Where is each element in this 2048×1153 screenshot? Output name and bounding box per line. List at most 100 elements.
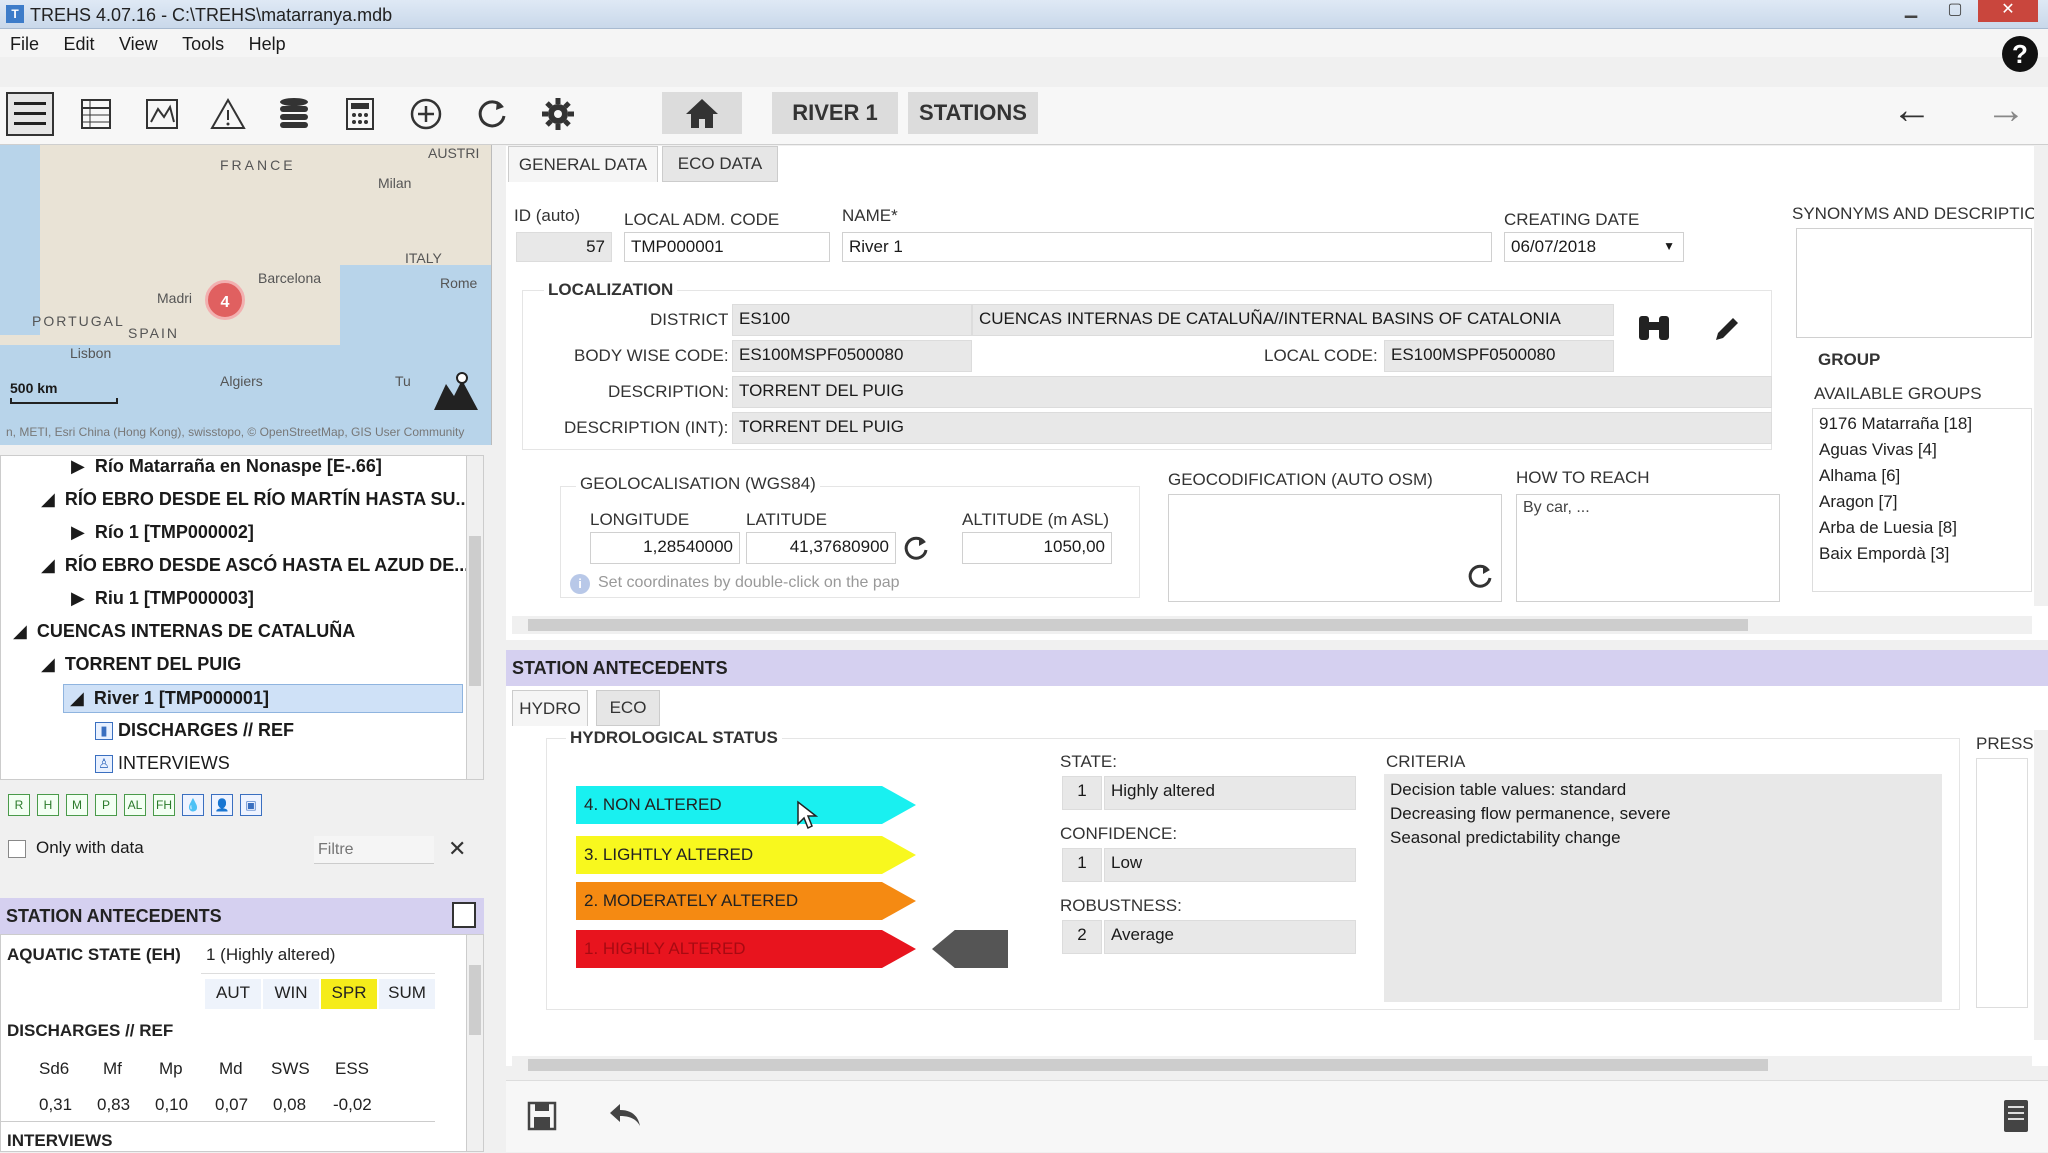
- tree-filter-input[interactable]: [314, 836, 434, 864]
- creating-date-picker[interactable]: 06/07/2018 ▼: [1504, 232, 1684, 262]
- calculator-icon[interactable]: [336, 92, 384, 136]
- document-icon[interactable]: [2002, 1098, 2030, 1139]
- help-icon[interactable]: ?: [2002, 36, 2038, 72]
- tree-item[interactable]: ◢ RÍO EBRO DESDE EL RÍO MARTÍN HASTA SU.…: [41, 489, 469, 510]
- breadcrumb-stations[interactable]: STATIONS: [908, 92, 1038, 134]
- name-field[interactable]: River 1: [842, 232, 1492, 262]
- tree-item[interactable]: ◢ TORRENT DEL PUIG: [41, 654, 241, 675]
- description-field[interactable]: TORRENT DEL PUIG: [732, 376, 1772, 408]
- clear-filter-icon[interactable]: ✕: [448, 836, 466, 862]
- tab-general-data[interactable]: GENERAL DATA: [508, 146, 658, 182]
- menu-view[interactable]: View: [109, 29, 168, 55]
- undo-icon[interactable]: [606, 1100, 644, 1135]
- only-with-data-checkbox[interactable]: [8, 840, 26, 858]
- minimize-button[interactable]: ▁: [1890, 0, 1932, 22]
- refresh-icon[interactable]: [468, 92, 516, 136]
- map-label-barcelona: Barcelona: [258, 270, 322, 286]
- map-label-italy: ITALY: [405, 250, 442, 266]
- filter-interview-icon[interactable]: 👤: [211, 794, 233, 816]
- criteria-label: CRITERIA: [1386, 752, 1466, 771]
- local-adm-label: LOCAL ADM. CODE: [624, 210, 780, 229]
- tree-item[interactable]: ▮ DISCHARGES // REF: [95, 720, 294, 741]
- filter-image-icon[interactable]: ▣: [240, 794, 262, 816]
- filter-r-icon[interactable]: R: [8, 794, 30, 816]
- tree-item[interactable]: ▶ Río 1 [TMP000002]: [71, 522, 254, 543]
- group-item[interactable]: Aguas Vivas [4]: [1813, 437, 2031, 463]
- home-breadcrumb[interactable]: [662, 92, 742, 134]
- geocodification-field[interactable]: [1168, 494, 1502, 602]
- add-icon[interactable]: [402, 92, 450, 136]
- antecedents-hscroll[interactable]: [512, 1056, 2032, 1074]
- antecedents-scrollbar[interactable]: [466, 934, 484, 1152]
- local-adm-field[interactable]: TMP000001: [624, 232, 830, 262]
- general-vscroll[interactable]: [2034, 146, 2048, 606]
- geocode-refresh-icon[interactable]: [1466, 562, 1494, 595]
- status-lightly-altered[interactable]: 3. LIGHTLY ALTERED: [576, 836, 916, 874]
- binoculars-icon[interactable]: [1636, 312, 1672, 349]
- group-item[interactable]: Baix Empordà [3]: [1813, 541, 2031, 567]
- tab-eco-data[interactable]: ECO DATA: [662, 146, 778, 182]
- general-hscroll[interactable]: [512, 616, 2032, 634]
- save-icon[interactable]: [526, 1100, 558, 1137]
- filter-al-icon[interactable]: AL: [124, 794, 146, 816]
- tab-eco[interactable]: ECO: [596, 690, 660, 726]
- synonyms-field[interactable]: [1796, 228, 2032, 338]
- group-item[interactable]: Aragon [7]: [1813, 489, 2031, 515]
- copy-icon[interactable]: [452, 902, 476, 928]
- description-int-field[interactable]: TORRENT DEL PUIG: [732, 412, 1772, 444]
- season-win[interactable]: WIN: [263, 979, 319, 1009]
- status-highly-altered[interactable]: 1. HIGHLY ALTERED: [576, 930, 916, 968]
- filter-discharge-icon[interactable]: 💧: [182, 794, 204, 816]
- menu-edit[interactable]: Edit: [53, 29, 104, 55]
- sync-coordinates-icon[interactable]: [902, 534, 930, 567]
- table-icon[interactable]: [72, 92, 120, 136]
- tree-item[interactable]: ◢ CUENCAS INTERNAS DE CATALUÑA: [13, 621, 355, 642]
- database-icon[interactable]: [270, 92, 318, 136]
- how-to-reach-field[interactable]: By car, ...: [1516, 494, 1780, 602]
- altitude-field[interactable]: 1050,00: [962, 532, 1112, 564]
- season-spr[interactable]: SPR: [321, 979, 377, 1009]
- group-item[interactable]: Alhama [6]: [1813, 463, 2031, 489]
- filter-m-icon[interactable]: M: [66, 794, 88, 816]
- group-item[interactable]: 9176 Matarraña [18]: [1813, 411, 2031, 437]
- map-icon[interactable]: [138, 92, 186, 136]
- disch-header: SWS: [271, 1059, 310, 1078]
- status-moderately-altered[interactable]: 2. MODERATELY ALTERED: [576, 882, 916, 920]
- filter-fh-icon[interactable]: FH: [153, 794, 175, 816]
- filter-h-icon[interactable]: H: [37, 794, 59, 816]
- longitude-field[interactable]: 1,28540000: [590, 532, 740, 564]
- menu-help[interactable]: Help: [239, 29, 296, 55]
- available-groups-list[interactable]: 9176 Matarraña [18] Aguas Vivas [4] Alha…: [1812, 408, 2032, 592]
- menu-file[interactable]: File: [0, 29, 49, 55]
- close-window-button[interactable]: ✕: [1978, 0, 2038, 22]
- tree-item[interactable]: ▶ Río Matarraña en Nonaspe [E-.66]: [71, 456, 382, 477]
- tree-item[interactable]: ◢ RÍO EBRO DESDE ASCÓ HASTA EL AZUD DE..…: [41, 555, 469, 576]
- tree-item-selected[interactable]: ◢ River 1 [TMP000001]: [63, 684, 463, 713]
- edit-pencil-icon[interactable]: [1712, 314, 1742, 349]
- latitude-label: LATITUDE: [746, 510, 827, 529]
- back-arrow-icon[interactable]: ←: [1892, 88, 1932, 133]
- list-view-icon[interactable]: [6, 92, 54, 136]
- tree-item[interactable]: ♙ INTERVIEWS: [95, 753, 230, 774]
- tree-scrollbar[interactable]: [466, 455, 484, 780]
- map-view[interactable]: FRANCE AUSTRI Milan ITALY Rome Barcelona…: [0, 145, 492, 445]
- criteria-box: Decision table values: standard Decreasi…: [1384, 774, 1942, 1002]
- season-aut[interactable]: AUT: [205, 979, 261, 1009]
- station-cluster-marker[interactable]: 4: [205, 280, 245, 320]
- tab-hydro[interactable]: HYDRO: [512, 690, 588, 726]
- maximize-button[interactable]: ▢: [1934, 0, 1976, 22]
- season-sum[interactable]: SUM: [379, 979, 435, 1009]
- forward-arrow-icon[interactable]: →: [1986, 88, 2026, 133]
- latitude-field[interactable]: 41,37680900: [746, 532, 896, 564]
- filter-p-icon[interactable]: P: [95, 794, 117, 816]
- robustness-label: ROBUSTNESS:: [1060, 896, 1182, 915]
- id-field: 57: [516, 232, 612, 262]
- menu-tools[interactable]: Tools: [172, 29, 234, 55]
- status-non-altered[interactable]: 4. NON ALTERED: [576, 786, 916, 824]
- group-item[interactable]: Arba de Luesia [8]: [1813, 515, 2031, 541]
- tree-item[interactable]: ▶ Riu 1 [TMP000003]: [71, 588, 254, 609]
- warning-icon[interactable]: [204, 92, 252, 136]
- settings-icon[interactable]: [534, 92, 582, 136]
- antecedents-vscroll[interactable]: [2034, 730, 2048, 1040]
- breadcrumb-river[interactable]: RIVER 1: [772, 92, 898, 134]
